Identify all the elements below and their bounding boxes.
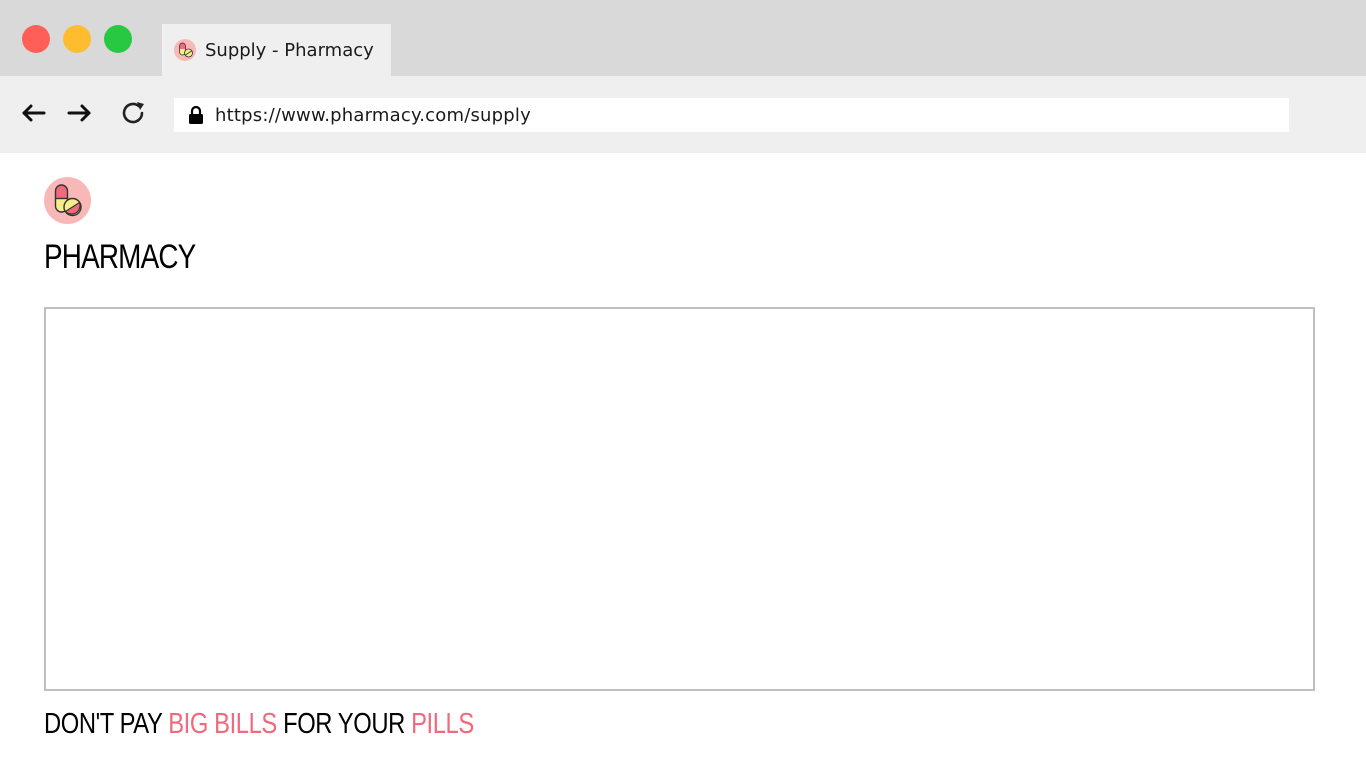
address-bar[interactable]: https://www.pharmacy.com/supply — [174, 98, 1289, 132]
pill-icon — [44, 177, 91, 224]
content-frame — [44, 307, 1315, 691]
reload-icon — [122, 102, 144, 124]
lock-icon — [188, 105, 204, 125]
arrow-left-icon — [22, 104, 46, 122]
url-text: https://www.pharmacy.com/supply — [215, 104, 531, 126]
tagline: DON'T PAY BIG BILLS FOR YOUR PILLS — [44, 705, 474, 743]
arrow-right-icon — [67, 104, 91, 122]
browser-tab[interactable]: Supply - Pharmacy — [162, 24, 391, 76]
maximize-window-button[interactable] — [104, 25, 132, 53]
browser-titlebar: Supply - Pharmacy — [0, 0, 1366, 76]
pill-icon — [174, 39, 196, 61]
reload-button[interactable] — [118, 98, 148, 128]
browser-toolbar: https://www.pharmacy.com/supply — [0, 76, 1366, 153]
back-button[interactable] — [18, 98, 48, 128]
brand-name: PHARMACY — [44, 238, 196, 276]
tab-title: Supply - Pharmacy — [205, 39, 374, 61]
tagline-accent-pills: PILLS — [411, 708, 474, 740]
tagline-text: DON'T PAY — [44, 708, 169, 740]
tagline-text: FOR YOUR — [276, 708, 412, 740]
minimize-window-button[interactable] — [63, 25, 91, 53]
tagline-accent-big-bills: BIG BILLS — [168, 708, 277, 740]
close-window-button[interactable] — [22, 25, 50, 53]
forward-button[interactable] — [65, 98, 95, 128]
